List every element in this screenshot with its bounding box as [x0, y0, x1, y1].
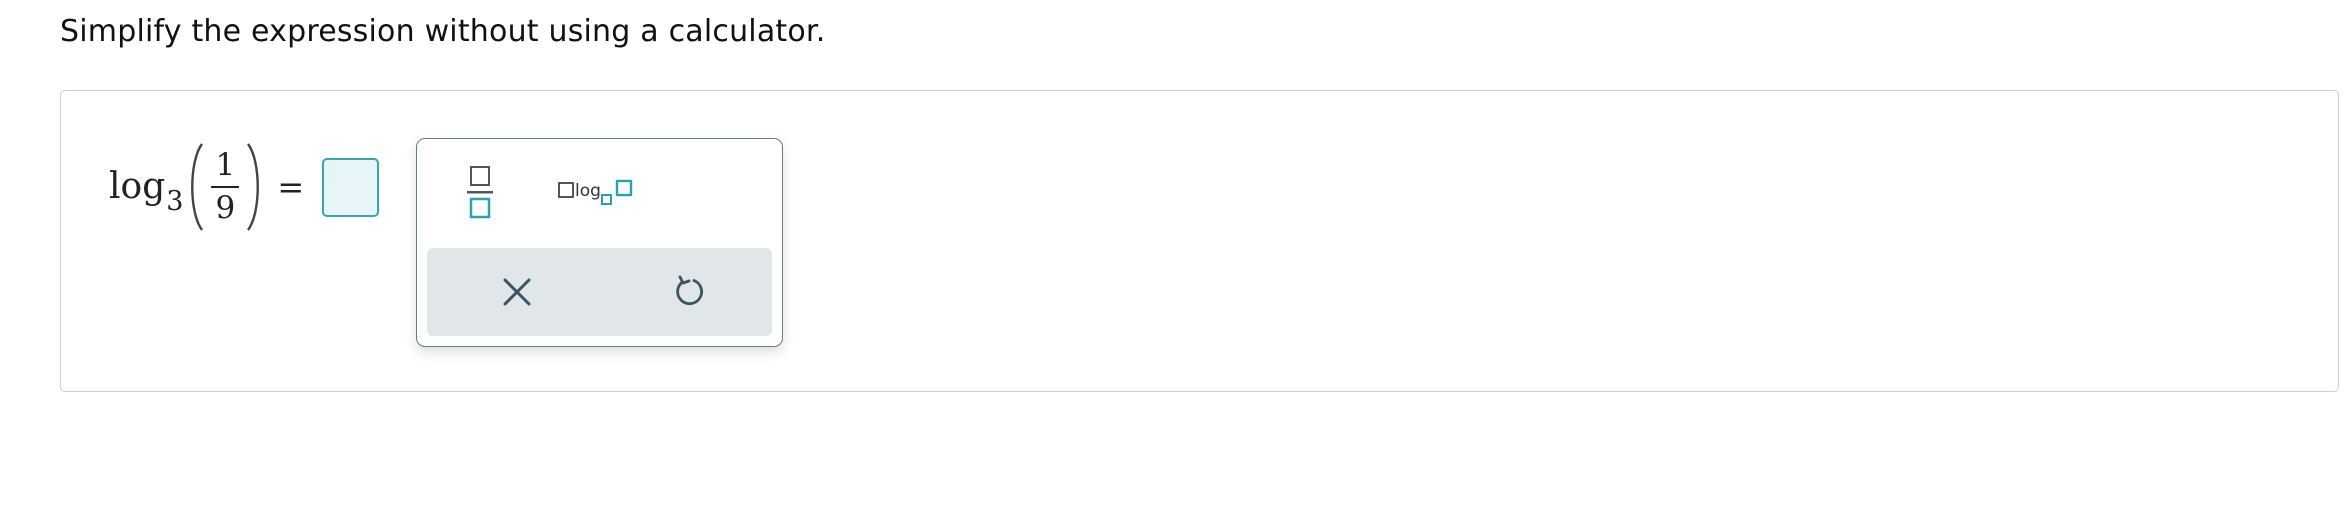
right-paren	[247, 143, 260, 231]
math-palette: log	[416, 138, 783, 347]
undo-icon	[676, 275, 703, 305]
close-icon	[503, 278, 531, 306]
equals-sign: =	[277, 168, 305, 206]
log-function: log	[109, 166, 166, 207]
log-base-button[interactable]: log	[557, 175, 637, 211]
palette-action-bar	[427, 248, 772, 336]
math-expression: log 3 1 9 =	[109, 141, 380, 233]
left-paren	[191, 143, 204, 231]
fraction-button[interactable]	[461, 163, 501, 223]
fraction: 1 9	[211, 147, 240, 226]
log-base-template-icon: log	[558, 179, 633, 205]
log-base-label: log	[575, 181, 601, 201]
log-base: 3	[166, 185, 184, 217]
answer-input[interactable]	[322, 157, 380, 217]
question-prompt: Simplify the expression without using a …	[60, 14, 826, 49]
undo-button[interactable]	[667, 270, 711, 314]
answer-panel: log 3 1 9 = log	[60, 90, 2339, 392]
fraction-numerator: 1	[215, 147, 236, 183]
clear-button[interactable]	[495, 270, 539, 314]
fraction-denominator: 9	[215, 190, 236, 226]
fraction-template-icon	[467, 166, 493, 219]
